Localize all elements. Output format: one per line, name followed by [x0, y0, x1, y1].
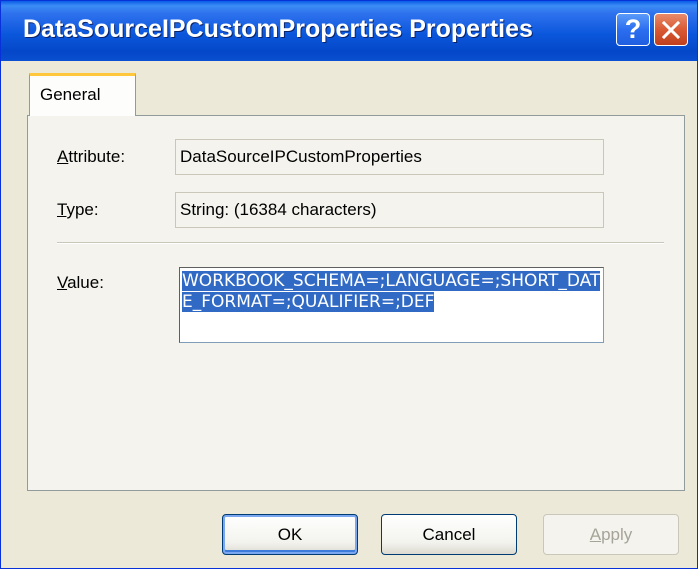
close-button[interactable] — [654, 13, 688, 46]
type-label: Type: — [57, 200, 99, 219]
value-textbox[interactable]: WORKBOOK_SCHEMA=;LANGUAGE=;SHORT_DATE_FO… — [179, 267, 604, 343]
window-title: DataSourceIPCustomProperties Properties — [23, 15, 533, 43]
question-mark-icon: ? — [624, 14, 642, 44]
tab-general-label: General — [40, 85, 101, 104]
value-selected-text: WORKBOOK_SCHEMA=;LANGUAGE=;SHORT_DATE_FO… — [182, 271, 601, 312]
tab-general[interactable]: General — [29, 73, 136, 116]
type-field[interactable]: String: (16384 characters) — [175, 192, 604, 228]
attribute-field[interactable]: DataSourceIPCustomProperties — [175, 139, 604, 175]
close-x-icon — [662, 21, 680, 39]
ok-button[interactable]: OK — [222, 514, 358, 555]
attribute-label: Attribute: — [57, 147, 126, 166]
value-label: Value: — [57, 273, 104, 292]
title-bar[interactable]: DataSourceIPCustomProperties Properties … — [1, 1, 697, 61]
cancel-button[interactable]: Cancel — [381, 514, 517, 555]
help-button[interactable]: ? — [616, 13, 650, 46]
separator — [57, 242, 664, 244]
properties-dialog: DataSourceIPCustomProperties Properties … — [0, 0, 698, 569]
apply-button[interactable]: Apply — [543, 514, 679, 555]
value-text: WORKBOOK_SCHEMA=;LANGUAGE=;SHORT_DATE_FO… — [182, 271, 601, 313]
